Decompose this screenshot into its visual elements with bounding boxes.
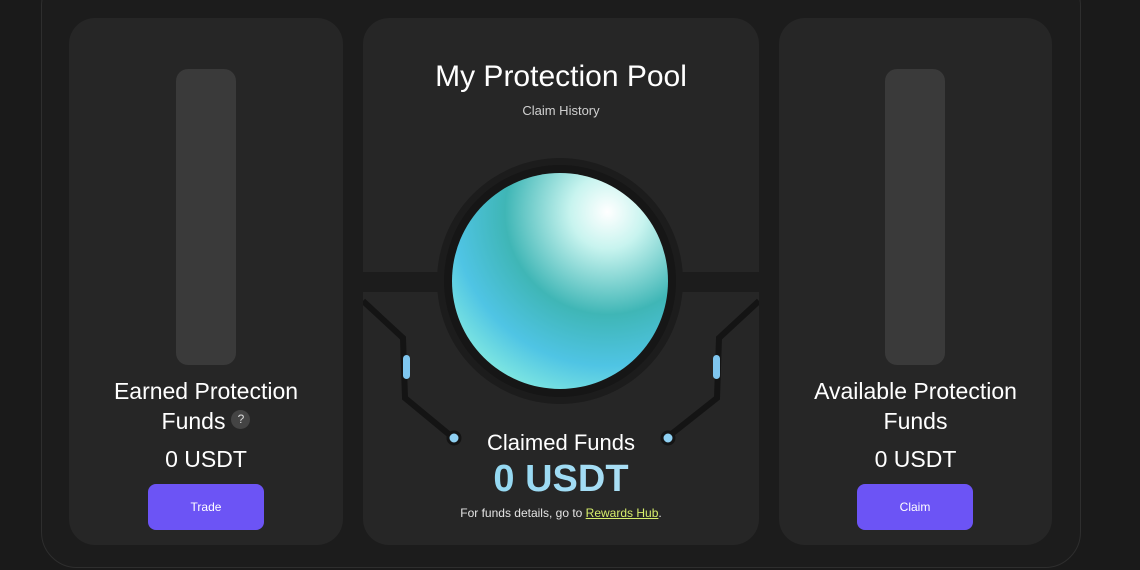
available-funds-card: Available Protection Funds 0 USDT Claim <box>779 18 1052 545</box>
available-title-line2: Funds <box>883 408 948 434</box>
earned-progress-bar <box>176 69 236 365</box>
page-title: My Protection Pool <box>435 60 687 93</box>
help-icon[interactable]: ? <box>231 410 251 430</box>
claimed-funds-value: 0 USDT <box>363 458 759 501</box>
right-indicator <box>713 355 720 379</box>
available-funds-title: Available Protection Funds <box>779 376 1052 436</box>
funds-details-text: For funds details, go to Rewards Hub. <box>363 506 759 520</box>
details-suffix: . <box>658 506 662 520</box>
claim-button[interactable]: Claim <box>857 484 973 530</box>
details-prefix: For funds details, go to <box>460 506 586 520</box>
available-title-line1: Available Protection <box>814 378 1017 404</box>
rewards-hub-link[interactable]: Rewards Hub <box>586 506 659 520</box>
earned-funds-card: Earned Protection Funds? 0 USDT Trade <box>69 18 343 545</box>
earned-title-line2: Funds <box>161 408 226 434</box>
earned-amount: 0 USDT <box>165 446 247 472</box>
earned-title-line1: Earned Protection <box>113 378 299 404</box>
left-indicator <box>403 355 410 379</box>
protection-orb <box>452 173 668 389</box>
trade-button[interactable]: Trade <box>148 484 264 530</box>
available-amount: 0 USDT <box>874 446 957 472</box>
claim-history-link[interactable]: Claim History <box>363 103 759 118</box>
claimed-funds-label: Claimed Funds <box>487 430 635 455</box>
available-progress-bar <box>885 69 945 365</box>
earned-funds-title: Earned Protection Funds? <box>69 376 343 436</box>
